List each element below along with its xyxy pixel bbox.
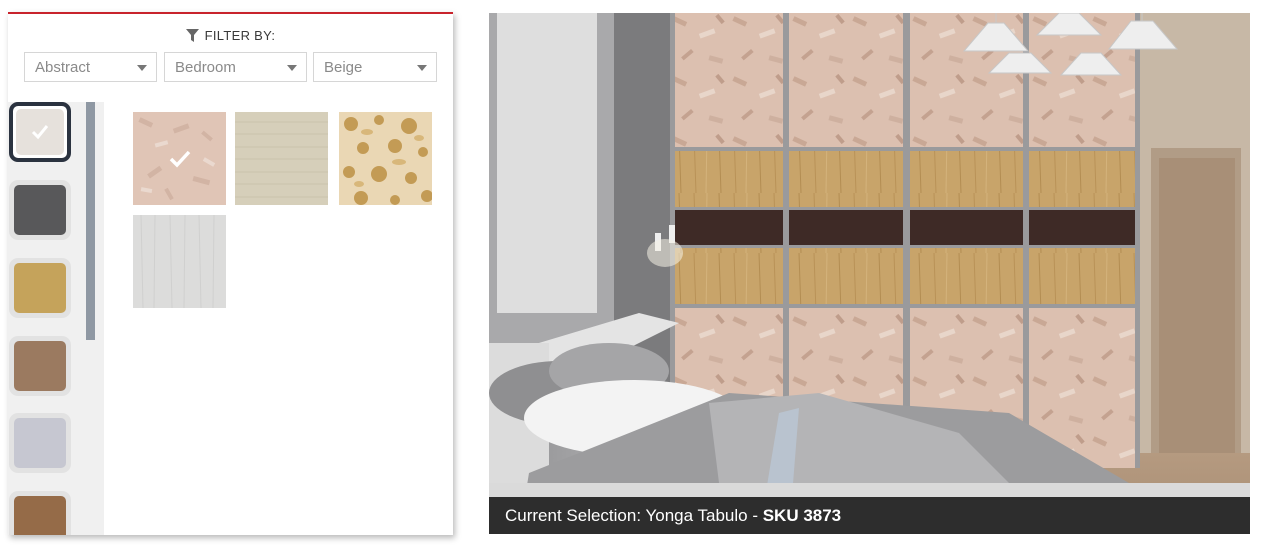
color-swatch-dark-gray[interactable] (9, 180, 71, 240)
style-dropdown[interactable]: Abstract (24, 52, 157, 82)
swatch-fill (14, 341, 66, 391)
bedroom-scene-image (489, 13, 1250, 534)
filter-panel: FILTER BY: Abstract Bedroom Beige (8, 12, 453, 535)
color-swatch-light-beige[interactable] (9, 102, 71, 162)
caption-separator: - (747, 506, 763, 525)
texture-tile-beige-linen[interactable] (235, 112, 328, 205)
product-sku: SKU 3873 (762, 506, 842, 525)
swatch-scrollbar-thumb[interactable] (86, 102, 95, 340)
product-name: Yonga Tabulo (645, 506, 748, 525)
color-swatch-lavender-gray[interactable] (9, 413, 71, 473)
funnel-icon (185, 29, 199, 42)
swatch-fill (14, 496, 66, 535)
filter-heading-label: FILTER BY: (204, 28, 276, 43)
texture-tile-light-gray-wood[interactable] (133, 215, 226, 308)
room-dropdown[interactable]: Bedroom (164, 52, 307, 82)
filter-heading: FILTER BY: (8, 28, 453, 43)
swatch-fill (14, 185, 66, 235)
current-selection-caption: Current Selection: Yonga Tabulo - SKU 38… (489, 497, 1250, 534)
chevron-down-icon (137, 65, 147, 71)
checkmark-icon (133, 112, 226, 205)
room-dropdown-value: Bedroom (175, 59, 236, 76)
swatch-fill (14, 263, 66, 313)
checkmark-icon (13, 106, 67, 158)
style-dropdown-value: Abstract (35, 59, 91, 76)
color-swatch-copper-brown[interactable] (9, 491, 71, 535)
chevron-down-icon (287, 65, 297, 71)
room-visualizer: Current Selection: Yonga Tabulo - SKU 38… (489, 13, 1250, 534)
texture-tile-gold-floral[interactable] (339, 112, 432, 205)
color-dropdown-value: Beige (324, 59, 363, 76)
color-swatch-gold[interactable] (9, 258, 71, 318)
color-swatch-brown[interactable] (9, 336, 71, 396)
caption-prefix: Current Selection: (505, 506, 646, 525)
color-dropdown[interactable]: Beige (313, 52, 437, 82)
chevron-down-icon (417, 65, 427, 71)
texture-tile-pink-granite[interactable] (133, 112, 226, 205)
swatch-fill (14, 418, 66, 468)
